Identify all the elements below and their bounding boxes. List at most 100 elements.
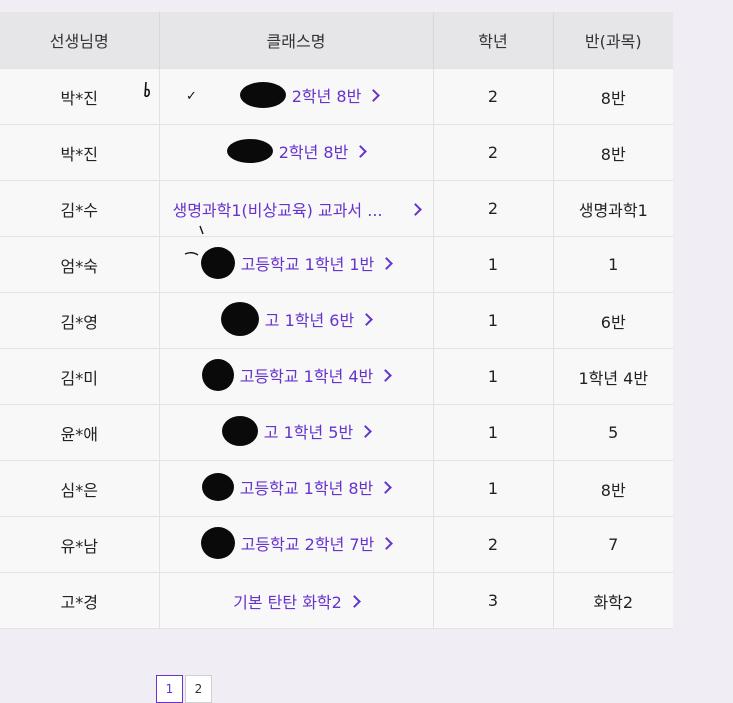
class-link[interactable]: 고 1학년 6반 bbox=[220, 301, 374, 336]
page-button-2[interactable]: 2 bbox=[185, 675, 212, 703]
grade-cell: 2 bbox=[433, 68, 554, 125]
table-row: 유*남 고등학교 2학년 7반 2 7 bbox=[0, 516, 673, 573]
section-cell: 화학2 bbox=[553, 572, 673, 629]
section-cell: 7 bbox=[553, 516, 673, 573]
class-name-cell: 기본 탄탄 화학2 bbox=[159, 572, 434, 629]
class-link[interactable]: 기본 탄탄 화학2 bbox=[233, 589, 361, 613]
header-row: 선생님명 클래스명 학년 반(과목) bbox=[0, 12, 673, 69]
class-name-cell: 고등학교 1학년 4반 bbox=[159, 348, 434, 405]
table-body: 박*진 2학년 8반 2 8반 박*진 2학년 8반 2 8반 김*수 생명과학… bbox=[0, 68, 673, 629]
class-link-label: 고 1학년 5반 bbox=[263, 422, 354, 442]
class-name-cell: 고 1학년 5반 bbox=[159, 404, 434, 461]
pen-scribble-mark bbox=[184, 225, 204, 256]
chevron-right-icon bbox=[359, 424, 373, 438]
class-link-label: 고등학교 1학년 1반 bbox=[240, 254, 375, 274]
grade-cell: 1 bbox=[433, 236, 554, 293]
table-row: 고*경 기본 탄탄 화학2 3 화학2 bbox=[0, 572, 673, 629]
table-row: 김*미 고등학교 1학년 4반 1 1학년 4반 bbox=[0, 348, 673, 405]
section-cell: 6반 bbox=[553, 292, 673, 349]
section-cell: 5 bbox=[553, 404, 673, 461]
grade-cell: 2 bbox=[433, 124, 554, 181]
redaction-scribble bbox=[201, 472, 234, 501]
class-link[interactable]: 고등학교 2학년 7반 bbox=[200, 526, 394, 559]
class-table: 선생님명 클래스명 학년 반(과목) 박*진 2학년 8반 2 8반 박*진 2… bbox=[0, 12, 673, 629]
class-name-cell: 2학년 8반 bbox=[159, 68, 434, 125]
pagination: 1 2 bbox=[156, 675, 214, 703]
grade-cell: 1 bbox=[433, 348, 554, 405]
pen-scribble-mark bbox=[144, 81, 150, 98]
section-cell: 8반 bbox=[553, 124, 673, 181]
chevron-right-icon bbox=[347, 594, 361, 608]
class-link[interactable]: 2학년 8반 bbox=[214, 81, 381, 108]
class-link-label: 2학년 8반 bbox=[278, 142, 349, 162]
class-link[interactable]: 고등학교 1학년 1반 bbox=[200, 246, 394, 279]
class-link[interactable]: 고 1학년 5반 bbox=[221, 415, 373, 446]
grade-cell: 1 bbox=[433, 460, 554, 517]
header-teacher: 선생님명 bbox=[0, 12, 160, 69]
class-link[interactable]: 생명과학1(비상교육) 교과서 ... bbox=[172, 197, 422, 221]
section-cell: 1학년 4반 bbox=[553, 348, 673, 405]
chevron-right-icon bbox=[380, 536, 394, 550]
chevron-right-icon bbox=[354, 144, 368, 158]
class-name-cell: 고 1학년 6반 bbox=[159, 292, 434, 349]
redaction-scribble bbox=[221, 415, 258, 446]
redaction-scribble bbox=[220, 301, 259, 336]
section-cell: 8반 bbox=[553, 460, 673, 517]
teacher-name-cell: 김*수 bbox=[0, 180, 160, 237]
teacher-name-cell: 김*미 bbox=[0, 348, 160, 405]
class-link-label: 생명과학1(비상교육) 교과서 ... bbox=[172, 200, 383, 220]
table-row: 박*진 2학년 8반 2 8반 bbox=[0, 124, 673, 181]
header-class: 클래스명 bbox=[159, 12, 434, 69]
header-section: 반(과목) bbox=[553, 12, 673, 69]
teacher-name-cell: 고*경 bbox=[0, 572, 160, 629]
grade-cell: 1 bbox=[433, 292, 554, 349]
class-link[interactable]: 2학년 8반 bbox=[226, 138, 368, 163]
class-name-cell: 고등학교 2학년 7반 bbox=[159, 516, 434, 573]
class-name-cell: 고등학교 1학년 8반 bbox=[159, 460, 434, 517]
section-cell: 8반 bbox=[553, 68, 673, 125]
table-row: 심*은 고등학교 1학년 8반 1 8반 bbox=[0, 460, 673, 517]
chevron-right-icon bbox=[380, 256, 394, 270]
redaction-scribble bbox=[201, 358, 234, 391]
section-cell: 생명과학1 bbox=[553, 180, 673, 237]
table-row: 윤*애 고 1학년 5반 1 5 bbox=[0, 404, 673, 461]
page-button-1[interactable]: 1 bbox=[156, 675, 183, 703]
class-table-container: 선생님명 클래스명 학년 반(과목) 박*진 2학년 8반 2 8반 박*진 2… bbox=[0, 12, 673, 629]
teacher-name-cell: 유*남 bbox=[0, 516, 160, 573]
table-row: 박*진 2학년 8반 2 8반 bbox=[0, 68, 673, 125]
table-row: 엄*숙 고등학교 1학년 1반 1 1 bbox=[0, 236, 673, 293]
class-link-label: 기본 탄탄 화학2 bbox=[233, 592, 342, 612]
section-cell: 1 bbox=[553, 236, 673, 293]
teacher-name-cell: 김*영 bbox=[0, 292, 160, 349]
class-link[interactable]: 고등학교 1학년 4반 bbox=[201, 358, 393, 391]
table-header: 선생님명 클래스명 학년 반(과목) bbox=[0, 12, 673, 69]
teacher-name-cell: 심*은 bbox=[0, 460, 160, 517]
grade-cell: 3 bbox=[433, 572, 554, 629]
class-link-label: 고 1학년 6반 bbox=[264, 310, 355, 330]
table-row: 김*영 고 1학년 6반 1 6반 bbox=[0, 292, 673, 349]
grade-cell: 1 bbox=[433, 404, 554, 461]
chevron-right-icon bbox=[367, 88, 381, 102]
class-name-cell: 2학년 8반 bbox=[159, 124, 434, 181]
header-grade: 학년 bbox=[433, 12, 554, 69]
class-link-label: 고등학교 1학년 4반 bbox=[239, 366, 374, 386]
chevron-right-icon bbox=[360, 312, 374, 326]
redaction-scribble bbox=[239, 81, 286, 108]
table-row: 김*수 생명과학1(비상교육) 교과서 ... 2 생명과학1 bbox=[0, 180, 673, 237]
teacher-name-cell: 박*진 bbox=[0, 124, 160, 181]
chevron-right-icon bbox=[408, 202, 422, 216]
redaction-scribble bbox=[226, 138, 273, 163]
teacher-name-cell: 윤*애 bbox=[0, 404, 160, 461]
teacher-name-cell: 박*진 bbox=[0, 68, 160, 125]
class-link[interactable]: 고등학교 1학년 8반 bbox=[201, 472, 393, 501]
class-link-label: 고등학교 2학년 7반 bbox=[240, 534, 375, 554]
class-link-label: 2학년 8반 bbox=[291, 86, 362, 106]
redaction-scribble bbox=[200, 526, 235, 559]
grade-cell: 2 bbox=[433, 516, 554, 573]
teacher-name-cell: 엄*숙 bbox=[0, 236, 160, 293]
checkmark-icon: ✓ bbox=[186, 89, 197, 104]
grade-cell: 2 bbox=[433, 180, 554, 237]
chevron-right-icon bbox=[379, 368, 393, 382]
class-link-label: 고등학교 1학년 8반 bbox=[239, 478, 374, 498]
chevron-right-icon bbox=[379, 480, 393, 494]
